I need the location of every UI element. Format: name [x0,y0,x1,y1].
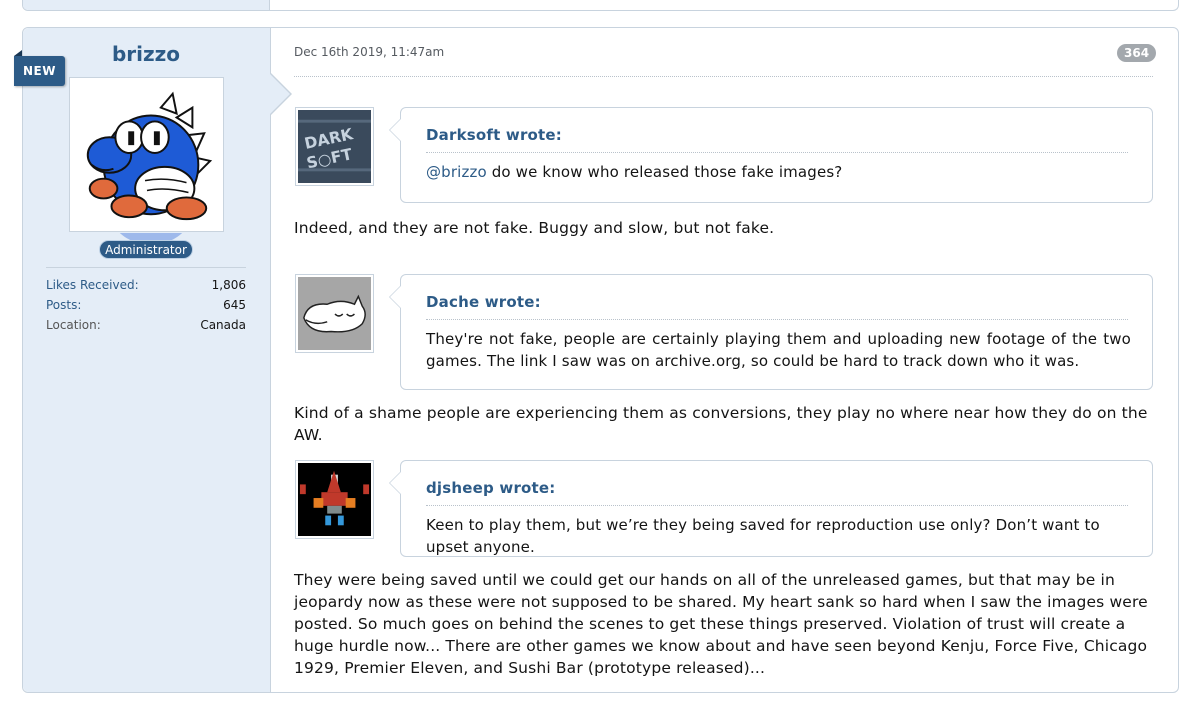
quote-avatar-dache[interactable] [295,274,374,353]
quote-divider [426,505,1128,506]
sleeping-cat-icon [298,277,371,350]
username-link[interactable]: brizzo [22,42,270,66]
stat-posts-label[interactable]: Posts: [46,295,81,315]
stat-location-label: Location: [46,318,101,332]
stat-location-row: Location: Canada [46,315,246,335]
reply-text-2: Kind of a shame people are experiencing … [294,404,1148,444]
quote-divider [426,152,1128,153]
quote-text-djsheep: Keen to play them, but we’re they being … [426,516,1100,556]
quote-block-darksoft: Darksoft wrote: @brizzo do we know who r… [389,107,1153,203]
stat-posts-row: Posts: 645 [46,295,246,315]
bubble-dragon-icon [86,91,213,221]
user-stats: Likes Received: 1,806 Posts: 645 Locatio… [46,267,246,335]
quote-text-dache: They're not fake, people are certainly p… [426,330,1131,370]
reply-text-1: Indeed, and they are not fake. Buggy and… [294,219,775,237]
previous-post-edge [22,0,1179,11]
stat-likes-row: Likes Received: 1,806 [46,275,246,295]
quote-author-djsheep[interactable]: djsheep wrote: [426,479,556,497]
spaceship-sprite-icon [298,463,371,536]
stat-likes-label[interactable]: Likes Received: [46,275,139,295]
darksoft-logo-icon: DARK S○FT [298,110,371,183]
quote-block-dache: Dache wrote: They're not fake, people ar… [389,274,1153,390]
mention-link[interactable]: @brizzo [426,163,487,181]
quote-author-dache[interactable]: Dache wrote: [426,293,541,311]
quote-author-darksoft[interactable]: Darksoft wrote: [426,126,562,144]
quote-block-djsheep: djsheep wrote: Keen to play them, but we… [389,460,1153,557]
role-badge: Administrator [99,240,193,259]
previous-post-sidebar [23,0,270,10]
stat-location-value: Canada [200,318,246,332]
quote-avatar-djsheep[interactable] [295,460,374,539]
user-avatar[interactable] [69,77,224,232]
quote-avatar-darksoft[interactable]: DARK S○FT [295,107,374,186]
sidebar-pointer-fill [269,73,290,115]
post-date[interactable]: Dec 16th 2019, 11:47am [294,45,444,59]
quote-text-darksoft: @brizzo do we know who released those fa… [426,161,1131,183]
quote-text-darksoft-body: do we know who released those fake image… [486,163,843,181]
stat-likes-value: 1,806 [211,278,246,292]
header-divider [294,76,1153,77]
quote-divider [426,319,1128,320]
stat-posts-value: 645 [223,298,246,312]
reply-text-3: They were being saved until we could get… [294,571,1148,677]
post-number-badge[interactable]: 364 [1117,44,1157,62]
